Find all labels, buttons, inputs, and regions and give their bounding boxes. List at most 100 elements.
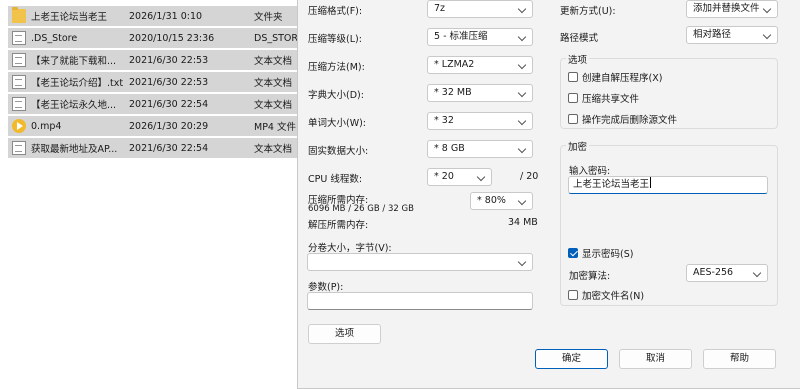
word-size-select[interactable]: * 32 (427, 112, 533, 130)
params-input[interactable] (307, 292, 533, 310)
word-size-value: * 32 (434, 115, 454, 126)
format-label: 压缩格式(F): (308, 6, 363, 17)
word-size-label: 单词大小(W): (308, 118, 367, 129)
split-size-label: 分卷大小，字节(V): (308, 243, 392, 254)
file-date: 2021/6/30 22:53 (129, 76, 209, 88)
memory-percent-select[interactable]: * 80% (470, 192, 533, 210)
file-row[interactable]: .DS_Store 2020/10/15 23:36 DS_STORE (8, 28, 310, 48)
document-icon (12, 97, 26, 111)
options-group-title: 选项 (566, 52, 590, 66)
memory-detail: 6096 MB / 26 GB / 32 GB (308, 204, 414, 214)
options-button[interactable]: 选项 (308, 324, 381, 344)
show-password-checkbox[interactable]: 显示密码(S) (568, 246, 633, 260)
path-mode-select[interactable]: 相对路径 (686, 26, 778, 44)
file-date: 2021/6/30 22:53 (129, 54, 209, 66)
method-label: 压缩方法(M): (308, 62, 365, 73)
checkbox-icon (568, 290, 578, 300)
file-name: 上老王论坛当老王 (31, 12, 108, 23)
checkbox-icon (568, 72, 578, 82)
chevron-down-icon (516, 254, 528, 270)
chevron-down-icon (516, 29, 528, 45)
password-input[interactable]: 上老王论坛当老王 (568, 176, 768, 194)
chevron-down-icon (761, 27, 773, 43)
chevron-down-icon (516, 57, 528, 73)
file-type: 文本文档 (254, 100, 293, 111)
ok-button[interactable]: 确定 (535, 349, 608, 369)
file-type: 文件夹 (254, 12, 283, 23)
threads-label: CPU 线程数: (308, 174, 363, 185)
file-name: 【老王论坛介绍】.txt (31, 78, 124, 89)
encryption-method-label: 加密算法: (569, 271, 611, 282)
file-date: 2021/6/30 22:54 (129, 142, 209, 154)
decompress-memory-value: 34 MB (508, 217, 538, 228)
solid-size-label: 固实数据大小: (308, 146, 369, 157)
video-file-icon (12, 119, 26, 133)
document-icon (12, 75, 26, 89)
file-type: MP4 文件 (254, 122, 296, 133)
checkbox-icon (568, 93, 578, 103)
text-cursor (650, 177, 652, 188)
password-value: 上老王论坛当老王 (573, 179, 650, 190)
level-label: 压缩等级(L): (308, 34, 362, 45)
delete-after-label: 操作完成后删除源文件 (582, 115, 678, 126)
format-value: 7z (434, 3, 446, 14)
level-value: 5 - 标准压缩 (434, 31, 488, 42)
update-mode-label: 更新方式(U): (560, 6, 616, 17)
file-row[interactable]: 【老王论坛永久地... 2021/6/30 22:54 文本文档 (8, 94, 310, 114)
cancel-button[interactable]: 取消 (619, 349, 692, 369)
chevron-down-icon (516, 1, 528, 17)
format-select[interactable]: 7z (427, 0, 533, 18)
file-date: 2020/10/15 23:36 (129, 32, 215, 44)
document-icon (12, 31, 26, 45)
solid-size-select[interactable]: * 8 GB (427, 140, 533, 158)
decompress-memory-label: 解压所需内存: (308, 220, 369, 231)
delete-after-checkbox[interactable]: 操作完成后删除源文件 (568, 112, 677, 126)
create-sfx-label: 创建自解压程序(X) (582, 73, 663, 84)
create-sfx-checkbox[interactable]: 创建自解压程序(X) (568, 70, 662, 84)
checkbox-checked-icon (568, 248, 578, 258)
encrypt-names-checkbox[interactable]: 加密文件名(N) (568, 288, 644, 302)
encrypt-names-label: 加密文件名(N) (582, 291, 645, 302)
compress-shared-label: 压缩共享文件 (582, 94, 640, 105)
threads-max: / 20 (520, 171, 539, 182)
method-select[interactable]: * LZMA2 (427, 56, 533, 74)
compress-shared-checkbox[interactable]: 压缩共享文件 (568, 91, 639, 105)
file-date: 2026/1/30 20:29 (129, 120, 209, 132)
method-value: * LZMA2 (434, 59, 475, 70)
split-size-input[interactable] (307, 253, 533, 271)
file-type: 文本文档 (254, 56, 293, 67)
show-password-label: 显示密码(S) (582, 249, 634, 260)
chevron-down-icon (516, 193, 528, 209)
chevron-down-icon (516, 113, 528, 129)
threads-select[interactable]: * 20 (427, 168, 492, 186)
file-name: 【老王论坛永久地... (31, 100, 117, 111)
file-row[interactable]: 0.mp4 2026/1/30 20:29 MP4 文件 (8, 116, 310, 136)
dictionary-value: * 32 MB (434, 87, 472, 98)
update-mode-select[interactable]: 添加并替换文件 (686, 0, 778, 18)
file-row[interactable]: 【老王论坛介绍】.txt 2021/6/30 22:53 文本文档 (8, 72, 310, 92)
chevron-down-icon (516, 141, 528, 157)
file-type: 文本文档 (254, 78, 293, 89)
chevron-down-icon (516, 85, 528, 101)
file-type: 文本文档 (254, 144, 293, 155)
encryption-method-select[interactable]: AES-256 (686, 264, 768, 282)
update-mode-value: 添加并替换文件 (693, 3, 760, 14)
file-name: 【来了就能下载和... (31, 56, 117, 67)
params-label: 参数(P): (308, 282, 344, 293)
file-date: 2021/6/30 22:54 (129, 98, 209, 110)
file-row[interactable]: 获取最新地址及AP... 2021/6/30 22:54 文本文档 (8, 138, 310, 158)
path-mode-value: 相对路径 (693, 29, 732, 40)
document-icon (12, 53, 26, 67)
chevron-down-icon (761, 1, 773, 17)
help-button[interactable]: 帮助 (703, 349, 776, 369)
file-list: 上老王论坛当老王 2026/1/31 0:10 文件夹 .DS_Store 20… (0, 0, 310, 160)
file-row[interactable]: 上老王论坛当老王 2026/1/31 0:10 文件夹 (8, 6, 310, 26)
file-row[interactable]: 【来了就能下载和... 2021/6/30 22:53 文本文档 (8, 50, 310, 70)
chevron-down-icon (751, 265, 763, 281)
file-name: .DS_Store (31, 32, 78, 44)
chevron-down-icon (475, 169, 487, 185)
document-icon (12, 141, 26, 155)
level-select[interactable]: 5 - 标准压缩 (427, 28, 533, 46)
encryption-method-value: AES-256 (693, 267, 734, 278)
dictionary-select[interactable]: * 32 MB (427, 84, 533, 102)
